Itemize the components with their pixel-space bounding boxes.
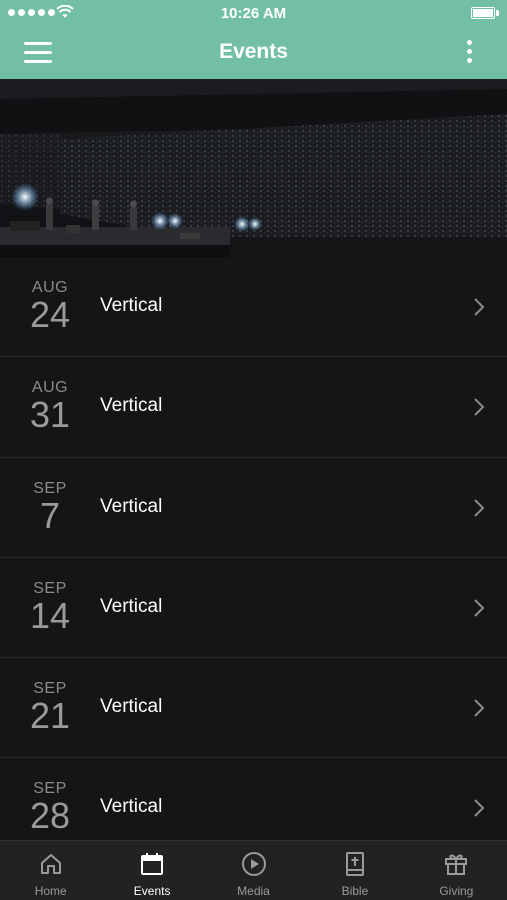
tab-media[interactable]: Media [203,841,304,900]
tab-home[interactable]: Home [0,841,101,900]
chevron-right-icon [474,599,485,617]
event-title: Vertical [100,696,163,718]
tab-label: Giving [439,884,474,898]
event-date: AUG 24 [20,279,80,333]
chevron-right-icon [474,799,485,818]
event-day: 7 [39,494,61,536]
tab-giving[interactable]: Giving [406,841,507,900]
event-row[interactable]: SEP 21 Vertical [0,658,507,759]
event-title: Vertical [100,796,163,818]
event-day: 14 [29,594,71,636]
event-day: 24 [29,294,71,335]
event-title: Vertical [100,395,163,417]
event-date: SEP 7 [20,480,80,534]
nav-bar: Events [0,26,507,79]
tab-events[interactable]: Events [101,841,202,900]
chevron-right-icon [474,699,485,717]
tab-label: Events [133,884,171,898]
event-row[interactable]: SEP 14 Vertical [0,557,507,659]
chevron-right-icon [474,398,485,417]
event-row[interactable]: AUG 31 Vertical [0,357,507,458]
status-time: 10:26 AM [220,5,287,22]
bible-icon [345,852,364,876]
tab-bar: Home Events Media Bible Giving [0,840,507,900]
event-date: SEP 21 [20,680,80,734]
page-title: Events [219,40,288,63]
event-day: 21 [29,695,71,737]
event-row[interactable]: SEP 7 Vertical [0,457,507,558]
gift-icon [445,854,468,875]
tab-label: Media [237,884,270,898]
event-date: SEP 14 [20,580,80,634]
event-day: 28 [29,795,71,837]
tab-label: Home [34,884,67,898]
event-row[interactable]: SEP 28 Vertical [0,758,507,840]
chevron-right-icon [474,298,485,316]
event-title: Vertical [100,595,163,617]
battery-nub [496,10,499,16]
home-icon [40,854,61,874]
more-options-icon[interactable] [467,40,475,66]
battery-icon [471,7,495,19]
event-date: AUG 31 [20,379,80,433]
hero-image [0,79,507,257]
event-list: AUG 24 Vertical AUG 31 Vertical SEP 7 Ve… [0,257,507,840]
play-icon [241,852,266,876]
event-title: Vertical [100,495,163,517]
chevron-right-icon [474,498,485,517]
event-day: 31 [29,394,71,436]
tab-label: Bible [341,884,369,898]
event-date: SEP 28 [20,780,80,834]
calendar-icon [141,853,164,875]
event-row[interactable]: AUG 24 Vertical [0,257,507,358]
tab-bible[interactable]: Bible [304,841,405,900]
status-bar: 10:26 AM [0,0,507,26]
event-title: Vertical [100,295,163,316]
